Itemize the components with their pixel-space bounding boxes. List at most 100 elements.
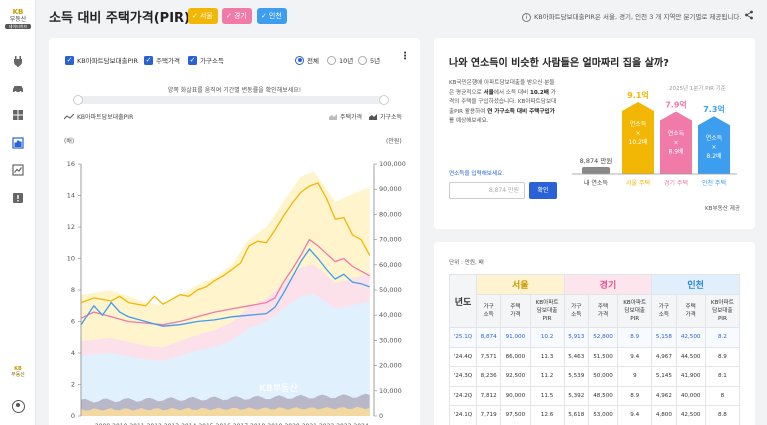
table-cell: 11.5 [529,385,565,406]
region-header-seoul: 서울 [476,274,565,295]
table-cell: '24.4Q [449,346,477,367]
nav-line-chart-icon[interactable] [12,164,24,176]
legend-house-label: 주택가격 [340,114,363,121]
period-radio-5y[interactable]: 5년 [358,55,380,65]
table-cell: 11.3 [529,346,565,367]
desc-region: 서울 [483,89,494,96]
bar-inside-label: 10.2배 [629,138,648,146]
table-cell: 41,900 [675,366,706,387]
checkbox-label: 가구소득 [200,57,224,65]
legend-pir-label: KB아파트담보대출PIR [77,114,134,121]
region-header-incheon: 인천 [651,274,740,295]
nav-notice-icon[interactable] [12,192,24,204]
table-cell: 5,913 [563,327,589,348]
more-menu-icon[interactable]: ⋮ [400,51,410,62]
chip-label: 인천 [268,12,282,20]
slider-end-handle[interactable] [379,95,389,105]
table-cell: 44,500 [675,346,706,367]
period-range-slider[interactable] [73,95,389,105]
right-tick-label: 40,000 [379,311,402,319]
desc-text-4: 를 예상해보세요. [449,118,489,124]
legend-income: 가구소득 [369,112,402,121]
table-cell: 9.4 [617,405,653,425]
nav-bar-chart-icon[interactable] [12,137,24,149]
table-cell: 8.9 [617,327,653,348]
region-header-gyeonggi: 경기 [563,274,653,295]
table-cell: '25.1Q [449,327,477,348]
period-radio-all[interactable]: 전체 [295,55,319,65]
nav-plug-icon[interactable] [12,55,24,67]
chart-watermark: KB부동산 [259,382,298,394]
table-cell: 12.6 [529,405,565,425]
slider-start-handle[interactable] [73,95,83,105]
table-cell: 4,967 [651,346,677,367]
radio-label: 전체 [307,57,319,65]
table-cell: 50,000 [587,366,619,387]
region-chip-incheon[interactable]: ✓ 인천 [257,8,287,24]
sub-header-cell: 주택 가격 [675,294,706,328]
range-hint: 양쪽 화살표를 움직여 기간별 변동률을 확인해보세요! [167,87,302,94]
share-icon[interactable] [744,10,754,20]
radio-label: 10년 [339,57,354,65]
table-row[interactable]: '24.2Q 7,812 90,000 11.5 5,392 48,500 8.9 4,962… [449,385,741,406]
income-input[interactable]: 8,874 만원 [449,182,525,199]
region-chip-gyeonggi[interactable]: ✓ 경기 [222,8,252,24]
sub-header-cell: 가구 소득 [475,294,502,328]
checkbox-pir[interactable]: ✓ KB아파트담보대출PIR [65,55,138,65]
right-tick-label: 50,000 [379,286,402,294]
bar-inside-label: 8.2배 [706,152,721,160]
right-tick-label: 90,000 [379,185,402,193]
nav-car-icon[interactable] [12,82,24,94]
desc-ratio: 10.2배 [529,89,549,96]
right-tick-label: 20,000 [379,362,402,370]
source-note: KB부동산 제공 [705,206,741,212]
pir-line-chart[interactable]: 16 14 12 10 8 6 4 2 0 100,000 90,000 80,000 70,000 60… [49,148,420,425]
checkbox-income[interactable]: ✓ 가구소득 [188,55,224,65]
right-tick-label: 10,000 [379,387,402,395]
table-cell: 4,800 [651,405,677,425]
table-row[interactable]: '24.3Q 8,236 92,500 11.2 5,539 50,000 9 5,145 41… [449,366,741,387]
right-tick-label: 0 [379,412,383,420]
confirm-button[interactable]: 확인 [529,182,557,199]
left-tick-label: 6 [71,318,75,326]
chip-label: 경기 [233,12,247,20]
legend-area-icon [329,113,337,120]
pir-card-title: 나와 연소득이 비슷한 사람들은 얼마짜리 집을 살까? [449,58,669,69]
table-cell: 8.2 [704,327,741,348]
checkbox-house-price[interactable]: ✓ 주택가격 [144,55,180,65]
bar-category-label: 내 연소득 [584,179,608,187]
income-input-label: 연소득을 입력해보세요. [449,171,505,177]
bar-inside-label: 연소득 [630,120,647,128]
left-tick-label: 0 [71,412,75,420]
table-cell: 10.2 [529,327,565,348]
user-icon[interactable] [12,400,25,413]
left-axis-unit: (배) [64,138,75,145]
table-cell: 42,500 [675,327,706,348]
left-tick-label: 2 [71,381,75,389]
table-row[interactable]: '24.1Q 7,719 97,500 12.6 5,618 53,000 9.4 4,800… [449,405,741,425]
table-cell: 40,000 [675,385,706,406]
legend-line-icon [64,113,74,119]
pir-card-description: KB국민은행에 아파트담보대출을 받으신 분들은 평균적으로 서울에서 소득 대… [449,79,557,127]
checkbox-label: 주택가격 [156,57,180,65]
table-cell: 5,158 [651,327,677,348]
table-cell: 9 [617,366,653,387]
table-cell: 51,500 [587,346,619,367]
sub-header-cell: 가구 소득 [563,294,589,328]
nav-grid-icon[interactable] [12,109,24,121]
table-cell: '24.2Q [449,385,477,406]
period-radio-10y[interactable]: 10년 [327,55,353,65]
table-cell: 11.2 [529,366,565,387]
table-cell: 8 [704,385,741,406]
header: 소득 대비 주택가격(PIR) ✓ 서울 ✓ 경기 ✓ 인천 i KB아파트담보대출PI… [36,0,767,34]
table-cell: 97,500 [500,405,531,425]
table-row[interactable]: '25.1Q 8,874 91,000 10.2 5,913 52,800 8.9 5,158… [449,327,741,348]
table-row[interactable]: '24.4Q 7,571 86,000 11.3 5,463 51,500 9.4 4,967… [449,346,741,367]
sub-header-cell: KB아파트 담보대출 PIR [704,294,741,328]
kb-bottom-logo: KB 부동산 [6,366,30,378]
region-chip-seoul[interactable]: ✓ 서울 [188,8,218,24]
right-tick-label: 30,000 [379,336,402,344]
year-header: 년도 [449,274,477,328]
legend-house-price: 주택가격 [329,112,362,121]
kb-logo[interactable]: KB 부동산 데이터허브 [5,8,31,29]
